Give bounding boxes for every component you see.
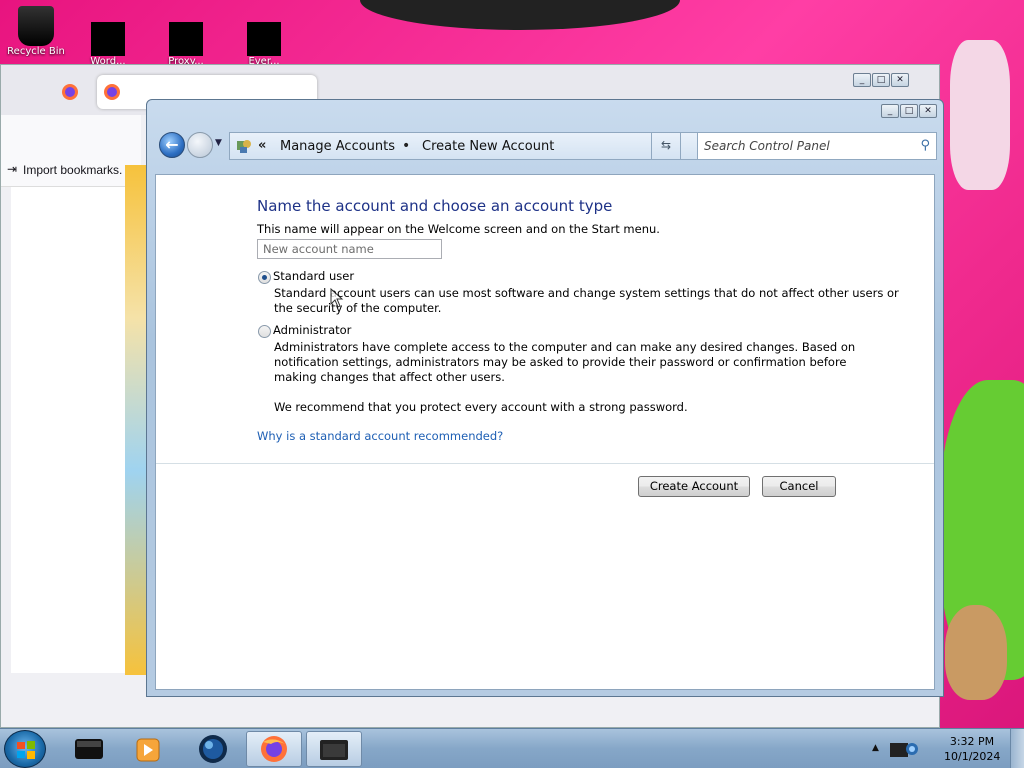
taskbar-item-control-panel[interactable] [306,731,362,767]
minimize-button[interactable]: _ [881,104,899,118]
clock-date: 10/1/2024 [944,750,1001,763]
forward-button[interactable] [187,132,213,158]
cancel-button[interactable]: Cancel [762,476,836,497]
desktop-icon-ever[interactable]: Ever... [234,6,294,67]
close-button[interactable]: ✕ [891,73,909,87]
bookmarks-toolbar: ⇥ Import bookmarks... [1,155,141,187]
firefox-icon [62,84,78,100]
standard-user-label[interactable]: Standard user [273,269,354,284]
network-icon[interactable] [886,737,920,761]
administrator-radio[interactable] [258,325,271,338]
breadcrumb-create-new-account[interactable]: Create New Account [422,139,554,154]
account-name-input[interactable] [257,239,442,259]
window-caption-buttons: _ □ ✕ [881,104,937,118]
wallpaper-strip [125,165,147,675]
name-hint-text: This name will appear on the Welcome scr… [257,222,660,236]
browser-nav-bar [1,115,141,155]
start-button[interactable] [4,730,46,768]
firefox-caption-buttons: _ □ ✕ [853,73,909,87]
administrator-description: notification settings, administrators ma… [274,355,847,369]
recent-pages-dropdown-icon[interactable]: ▼ [215,138,222,148]
administrator-label[interactable]: Administrator [273,323,351,338]
windows-logo-icon [17,741,35,759]
taskbar-item-media-player[interactable] [120,731,176,767]
taskbar-item-globe[interactable] [184,731,240,767]
desktop-icon-proxy[interactable]: Proxy... [156,6,216,67]
breadcrumb-manage-accounts[interactable]: Manage Accounts [280,139,395,154]
administrator-description: Administrators have complete access to t… [274,340,856,354]
media-player-icon [136,738,160,762]
hamster-sticker [945,605,1007,700]
app-icon [169,22,203,56]
administrator-description: making changes that affect other users. [274,370,505,384]
wallpaper-shape [360,0,680,30]
standard-user-description: the security of the computer. [274,301,442,315]
create-account-panel: Name the account and choose an account t… [155,174,935,690]
desktop-icon-word[interactable]: Word... [78,6,138,67]
globe-icon [199,735,227,763]
back-button[interactable]: ← [159,132,185,158]
maximize-button[interactable]: □ [900,104,918,118]
recycle-bin-icon [18,6,54,46]
search-input[interactable] [698,133,908,159]
taskbar: ▲ 3:32 PM 10/1/2024 [0,728,1024,768]
desktop-icon-recycle-bin[interactable]: Recycle Bin [6,6,66,64]
breadcrumb: « Manage Accounts • Create New Account ▼ [229,132,719,160]
minimize-button[interactable]: _ [853,73,871,87]
standard-user-radio[interactable] [258,271,271,284]
browser-content [11,187,131,673]
password-recommendation: We recommend that you protect every acco… [274,400,688,414]
import-bookmarks-link[interactable]: Import bookmarks... [23,163,123,177]
address-row: ← ▼ « Manage Accounts • Create New Accou… [157,124,937,168]
terminal-icon [75,739,103,759]
app-icon [247,22,281,56]
divider [156,463,934,464]
show-desktop-button[interactable] [1010,729,1024,768]
standard-user-description: Standard account users can use most soft… [274,286,899,300]
control-panel-window: _ □ ✕ ← ▼ « Manage Accounts • Create New… [146,99,944,697]
page-title: Name the account and choose an account t… [257,197,613,215]
window-icon [320,740,348,760]
maximize-button[interactable]: □ [872,73,890,87]
mouse-pointer-icon [330,288,344,308]
document-icon [91,22,125,56]
show-hidden-icons-icon[interactable]: ▲ [872,743,879,753]
browser-tab[interactable] [57,75,83,109]
control-panel-icon [237,140,251,153]
search-icon[interactable]: ⚲ [920,138,930,153]
why-standard-account-link[interactable]: Why is a standard account recommended? [257,429,503,443]
refresh-icon: ⇆ [660,138,672,152]
firefox-icon [261,736,287,762]
taskbar-item-firefox[interactable] [246,731,302,767]
breadcrumb-overflow-chevron[interactable]: « [258,138,266,153]
system-tray: ▲ 3:32 PM 10/1/2024 [864,729,1024,768]
clock-time: 3:32 PM [949,735,995,748]
taskbar-item-terminal[interactable] [60,731,116,767]
close-button[interactable]: ✕ [919,104,937,118]
clock[interactable]: 3:32 PM 10/1/2024 [944,734,1000,764]
search-box: ⚲ [697,132,937,160]
refresh-button[interactable]: ⇆ [651,132,681,160]
create-account-button[interactable]: Create Account [638,476,750,497]
back-arrow-icon: ← [165,135,179,154]
firefox-icon [104,84,120,100]
import-icon: ⇥ [7,162,18,176]
wallpaper-shape [950,40,1010,190]
breadcrumb-separator[interactable]: • [402,138,410,154]
